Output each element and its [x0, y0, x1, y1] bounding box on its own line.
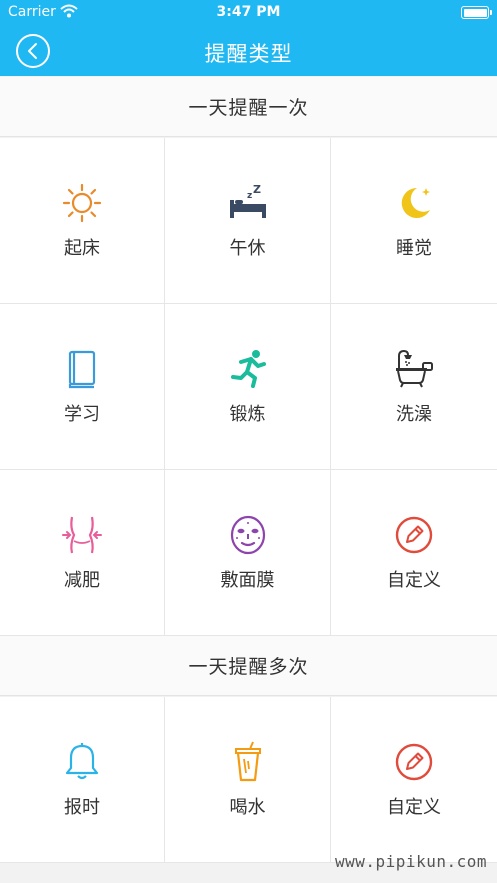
status-time: 3:47 PM [216, 4, 281, 20]
reminder-item-label: 午休 [229, 237, 266, 259]
watermark: www.pipikun.com [335, 852, 487, 871]
reminder-item-custom-once[interactable]: 自定义 [331, 470, 497, 636]
reminder-item-chime[interactable]: 报时 [0, 697, 165, 863]
reminder-item-sleep[interactable]: 睡觉 [331, 138, 497, 304]
reminder-item-custom-multiple[interactable]: 自定义 [331, 697, 497, 863]
svg-text:z: z [247, 191, 252, 201]
reminder-item-study[interactable]: 学习 [0, 304, 165, 470]
reminder-item-drink-water[interactable]: 喝水 [165, 697, 331, 863]
reminder-item-label: 自定义 [387, 569, 441, 591]
reminder-item-label: 敷面膜 [220, 569, 275, 591]
moon-icon [393, 182, 435, 224]
cup-icon [227, 741, 269, 783]
reminder-item-label: 洗澡 [396, 403, 432, 425]
reminder-item-label: 减肥 [64, 569, 100, 591]
reminder-item-label: 自定义 [387, 796, 441, 818]
reminder-item-label: 学习 [64, 403, 100, 425]
reminder-item-label: 起床 [64, 237, 100, 259]
bathtub-icon [393, 348, 435, 390]
face-mask-icon [227, 514, 269, 556]
bed-sleep-icon: zZ [227, 182, 269, 224]
svg-text:Z: Z [253, 183, 261, 196]
sun-icon [61, 182, 103, 224]
battery-icon [461, 6, 492, 19]
reminder-grid-once: 起床 zZ 午休 睡觉 学习 锻炼 洗澡 减肥 敷面膜 自定义 [0, 138, 497, 636]
section-header-multiple: 一天提醒多次 [0, 636, 497, 696]
reminder-item-label: 报时 [64, 796, 100, 818]
reminder-item-face-mask[interactable]: 敷面膜 [165, 470, 331, 636]
pencil-circle-icon [393, 741, 435, 783]
reminder-grid-multiple: 报时 喝水 自定义 [0, 697, 497, 863]
reminder-item-weight-loss[interactable]: 减肥 [0, 470, 165, 636]
section-header-once: 一天提醒一次 [0, 77, 497, 137]
page-title: 提醒类型 [204, 42, 293, 66]
nav-bar: 提醒类型 [0, 26, 497, 76]
book-icon [61, 348, 103, 390]
waist-icon [61, 514, 103, 556]
bell-icon [61, 741, 103, 783]
pencil-circle-icon [393, 514, 435, 556]
reminder-item-wake-up[interactable]: 起床 [0, 138, 165, 304]
reminder-item-exercise[interactable]: 锻炼 [165, 304, 331, 470]
running-icon [227, 348, 269, 390]
reminder-item-bath[interactable]: 洗澡 [331, 304, 497, 470]
reminder-item-nap[interactable]: zZ 午休 [165, 138, 331, 304]
reminder-item-label: 喝水 [229, 796, 266, 818]
reminder-item-label: 睡觉 [396, 237, 432, 259]
status-bar: Carrier 3:47 PM [0, 0, 497, 26]
reminder-item-label: 锻炼 [229, 403, 266, 425]
